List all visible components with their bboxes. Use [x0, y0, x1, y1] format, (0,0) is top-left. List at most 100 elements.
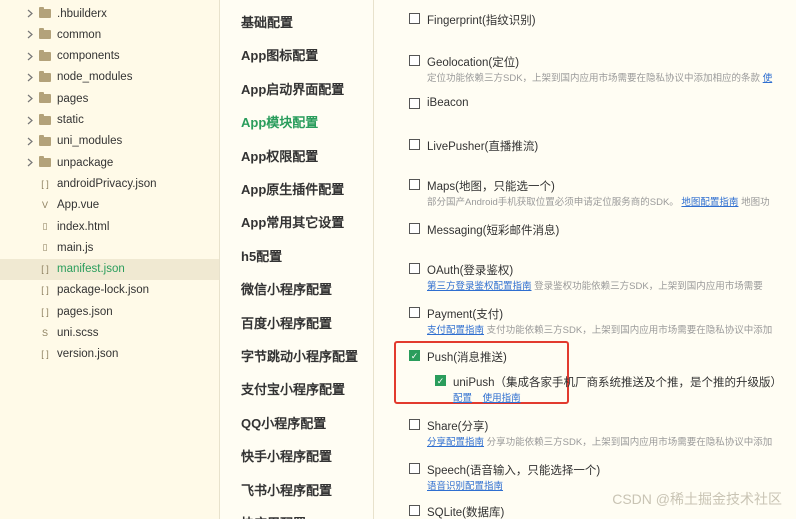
- file-tree-label: components: [57, 50, 120, 63]
- file-tree-item[interactable]: static: [0, 110, 219, 131]
- speech-description: 语音识别配置指南: [427, 478, 503, 492]
- file-tree-item[interactable]: common: [0, 24, 219, 45]
- file-tree-label: index.html: [57, 220, 110, 233]
- maps-guide-link[interactable]: 地图配置指南: [681, 197, 738, 208]
- file-tree-item[interactable]: ▯ index.html: [0, 216, 219, 237]
- payment-checkbox[interactable]: [409, 307, 420, 318]
- payment-guide-link[interactable]: 支付配置指南: [427, 325, 484, 336]
- unipush-guide-link[interactable]: 使用指南: [483, 393, 521, 404]
- push-label: Push(消息推送): [427, 352, 507, 364]
- speech-checkbox[interactable]: [409, 463, 420, 474]
- fingerprint-label: Fingerprint(指纹识别): [427, 15, 536, 27]
- settings-nav-item[interactable]: App图标配置: [241, 45, 318, 64]
- payment-desc-text: 支付功能依赖三方SDK，上架到国内应用市场需要在隐私协议中添加: [486, 325, 773, 336]
- watermark: CSDN @稀土掘金技术社区: [612, 491, 782, 507]
- settings-nav-item[interactable]: 快应用配置: [241, 513, 306, 519]
- share-desc-text: 分享功能依赖三方SDK，上架到国内应用市场需要在隐私协议中添加: [486, 437, 773, 448]
- chevron-right-icon[interactable]: [26, 115, 34, 125]
- livepusher-checkbox[interactable]: [409, 139, 420, 150]
- messaging-checkbox[interactable]: [409, 223, 420, 234]
- fingerprint-checkbox[interactable]: [409, 13, 420, 24]
- speech-guide-link[interactable]: 语音识别配置指南: [427, 481, 503, 492]
- file-tree-label: unpackage: [57, 156, 114, 169]
- maps-desc-text: 部分国产Android手机获取位置必须申请定位服务商的SDK。: [427, 197, 679, 208]
- push-checkbox[interactable]: ✓: [409, 350, 420, 361]
- js-file-icon: ▯: [42, 242, 48, 253]
- maps-desc-tail: 地图功: [741, 197, 770, 208]
- file-tree-item[interactable]: [ ] pages.json: [0, 301, 219, 322]
- file-tree-item[interactable]: pages: [0, 88, 219, 109]
- sqlite-checkbox[interactable]: [409, 505, 420, 516]
- settings-nav-item[interactable]: App常用其它设置: [241, 212, 344, 231]
- file-tree-item[interactable]: components: [0, 46, 219, 67]
- share-guide-link[interactable]: 分享配置指南: [427, 437, 484, 448]
- maps-label: Maps(地图，只能选一个): [427, 181, 555, 193]
- oauth-guide-link[interactable]: 第三方登录鉴权配置指南: [427, 281, 532, 292]
- folder-icon: [39, 49, 51, 61]
- file-tree-item[interactable]: [ ] package-lock.json: [0, 280, 219, 301]
- ibeacon-checkbox[interactable]: [409, 98, 420, 109]
- file-tree-item[interactable]: node_modules: [0, 67, 219, 88]
- chevron-right-icon[interactable]: [26, 30, 34, 40]
- geolocation-checkbox[interactable]: [409, 55, 420, 66]
- file-tree-item[interactable]: [ ] manifest.json: [0, 258, 219, 280]
- unipush-label: uniPush（集成各家手机厂商系统推送及个推，是个推的升级版）: [453, 377, 783, 389]
- chevron-right-icon[interactable]: [26, 94, 34, 104]
- file-tree-label: .hbuilderx: [57, 7, 107, 20]
- folder-icon: [39, 92, 51, 104]
- settings-nav-item[interactable]: QQ小程序配置: [241, 413, 326, 432]
- unipush-checkbox[interactable]: ✓: [435, 375, 446, 386]
- file-tree-label: uni_modules: [57, 135, 123, 148]
- share-label: Share(分享): [427, 421, 489, 433]
- settings-nav-item[interactable]: App模块配置: [241, 112, 318, 131]
- file-tree-item[interactable]: [ ] androidPrivacy.json: [0, 173, 219, 194]
- file-tree-item[interactable]: [ ] version.json: [0, 344, 219, 365]
- file-tree-label: pages.json: [57, 305, 113, 318]
- ibeacon-label: iBeacon: [427, 97, 469, 109]
- settings-nav-item[interactable]: 字节跳动小程序配置: [241, 346, 358, 365]
- oauth-description: 第三方登录鉴权配置指南 登录鉴权功能依赖三方SDK，上架到国内应用市场需要: [427, 278, 763, 292]
- settings-nav-item[interactable]: App启动界面配置: [241, 79, 344, 98]
- share-description: 分享配置指南 分享功能依赖三方SDK，上架到国内应用市场需要在隐私协议中添加: [427, 434, 772, 448]
- chevron-right-icon[interactable]: [26, 72, 34, 82]
- geolocation-guide-link[interactable]: 使: [763, 73, 773, 84]
- file-tree-label: App.vue: [57, 199, 100, 212]
- file-tree-item[interactable]: uni_modules: [0, 131, 219, 152]
- vue-file-icon: V: [41, 200, 48, 211]
- chevron-right-icon[interactable]: [26, 9, 34, 19]
- file-tree-item[interactable]: .hbuilderx: [0, 3, 219, 24]
- settings-nav-item[interactable]: 微信小程序配置: [241, 279, 332, 298]
- file-tree-label: main.js: [57, 241, 94, 254]
- unipush-config-link[interactable]: 配置: [453, 393, 472, 404]
- settings-nav-item[interactable]: 基础配置: [241, 12, 293, 31]
- file-tree-label: pages: [57, 92, 89, 105]
- chevron-right-icon[interactable]: [26, 136, 34, 146]
- oauth-label: OAuth(登录鉴权): [427, 265, 514, 277]
- payment-label: Payment(支付): [427, 309, 504, 321]
- chevron-right-icon[interactable]: [26, 51, 34, 61]
- file-tree-panel: .hbuilderx common components node_modulespa…: [0, 0, 220, 519]
- file-tree-label: androidPrivacy.json: [57, 177, 157, 190]
- settings-nav-item[interactable]: 快手小程序配置: [241, 446, 332, 465]
- oauth-checkbox[interactable]: [409, 263, 420, 274]
- settings-nav-item[interactable]: App权限配置: [241, 146, 318, 165]
- messaging-label: Messaging(短彩邮件消息): [427, 225, 560, 237]
- file-tree-item[interactable]: Suni.scss: [0, 323, 219, 344]
- file-tree-item[interactable]: ▯ main.js: [0, 237, 219, 258]
- file-tree-label: common: [57, 28, 102, 41]
- settings-nav-item[interactable]: App原生插件配置: [241, 179, 344, 198]
- share-checkbox[interactable]: [409, 419, 420, 430]
- maps-checkbox[interactable]: [409, 179, 420, 190]
- geolocation-desc-text: 定位功能依赖三方SDK，上架到国内应用市场需要在隐私协议中添加相应的条款: [427, 73, 761, 84]
- settings-nav-item[interactable]: 百度小程序配置: [241, 313, 332, 332]
- settings-nav-item[interactable]: h5配置: [241, 246, 282, 265]
- html-file-icon: ▯: [42, 221, 48, 231]
- unipush-links: 配置 使用指南: [453, 390, 529, 404]
- chevron-right-icon[interactable]: [26, 158, 34, 168]
- file-tree-item[interactable]: unpackage: [0, 152, 219, 173]
- settings-nav-item[interactable]: 飞书小程序配置: [241, 480, 332, 499]
- geolocation-description: 定位功能依赖三方SDK，上架到国内应用市场需要在隐私协议中添加相应的条款 使: [427, 70, 772, 84]
- settings-nav-item[interactable]: 支付宝小程序配置: [241, 379, 345, 398]
- maps-description: 部分国产Android手机获取位置必须申请定位服务商的SDK。 地图配置指南 地…: [427, 194, 770, 208]
- file-tree-item[interactable]: V App.vue: [0, 195, 219, 216]
